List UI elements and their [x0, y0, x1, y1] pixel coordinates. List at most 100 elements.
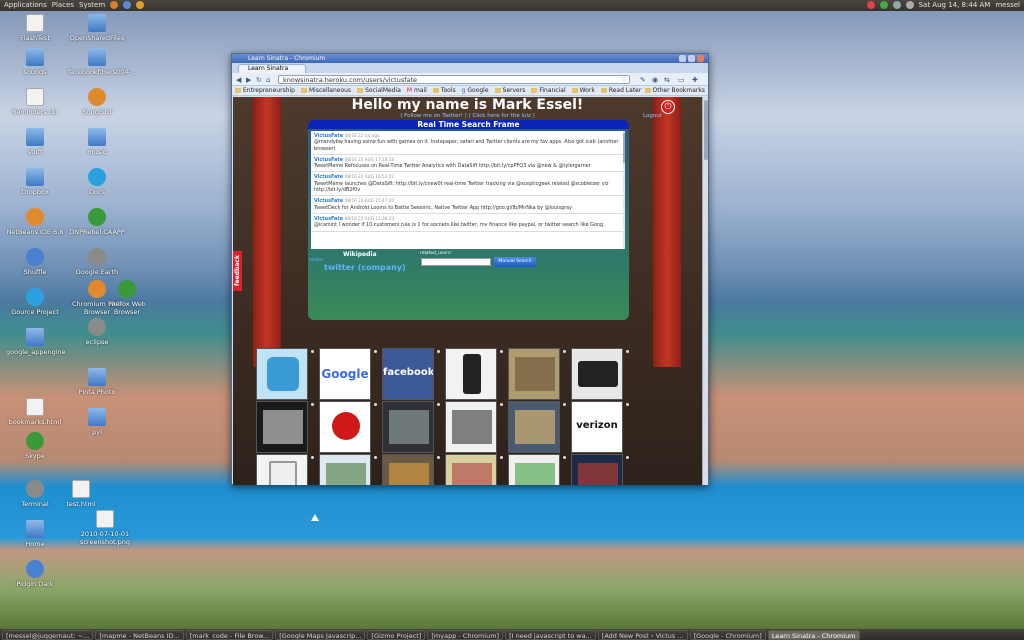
image-tile[interactable] — [319, 454, 371, 485]
feedback-tab[interactable]: feedback — [233, 251, 242, 291]
bookmark-read-later[interactable]: Read Later — [601, 86, 642, 95]
bookmark-servers[interactable]: Servers — [495, 86, 526, 95]
tweet-user[interactable]: VictusFate — [314, 216, 345, 222]
firefox-icon[interactable] — [136, 1, 145, 9]
extension-icon[interactable]: ✎ — [640, 76, 646, 84]
image-tile[interactable]: Google — [319, 348, 371, 400]
image-tile[interactable] — [319, 401, 371, 453]
applications-menu[interactable]: Applications — [4, 0, 47, 11]
tweet-feed[interactable]: VictusFate 08/16 22:44 ago @mandybw havin… — [311, 131, 625, 249]
bookmark-mail[interactable]: M mail — [407, 86, 427, 95]
logout-link[interactable]: Logout — [643, 113, 662, 119]
places-menu[interactable]: Places — [52, 0, 74, 11]
page-scrollbar[interactable] — [702, 97, 708, 485]
page-scroll-thumb[interactable] — [704, 100, 708, 160]
share-icon[interactable]: ⇆ — [664, 76, 670, 84]
minimize-icon[interactable] — [679, 55, 686, 62]
desktop-icon[interactable]: Reminders.txt — [6, 88, 64, 116]
taskbar-button[interactable]: Learn Sinatra - Chromium — [767, 630, 860, 640]
page-menu-icon[interactable]: ▭ — [678, 76, 685, 84]
desktop-icon[interactable]: Docs — [68, 168, 126, 196]
desktop-icon[interactable]: Dropbox — [6, 168, 64, 196]
image-tile[interactable]: verizon — [571, 401, 623, 453]
tab-learn-sinatra[interactable]: Learn Sinatra — [238, 64, 306, 73]
desktop-icon[interactable]: FlashTest — [6, 14, 64, 42]
image-tile[interactable] — [445, 401, 497, 453]
feed-scroll-thumb[interactable] — [623, 133, 625, 163]
feed-scrollbar[interactable] — [623, 131, 625, 249]
user-menu[interactable]: messel — [995, 0, 1020, 11]
taskbar-button[interactable]: [Add New Post ‹ Victus ... — [597, 630, 688, 640]
taskbar-button[interactable]: [I need javascript to wa... — [505, 630, 596, 640]
tweet-user[interactable]: VictusFate — [314, 157, 345, 163]
desktop-icon[interactable]: Pidgin Dark — [6, 560, 64, 588]
desktop-icon[interactable]: 2010-07-10-01 screenshot.png — [76, 510, 134, 546]
desktop-icon[interactable]: google_appengine — [6, 328, 66, 356]
system-menu[interactable]: System — [79, 0, 105, 11]
desktop-icon[interactable]: music — [68, 128, 126, 156]
bookmark-google[interactable]: g Google — [462, 86, 489, 95]
desktop-icon[interactable]: NetBeans IDE 6.8 — [6, 208, 64, 236]
bookmark-other[interactable]: Other Bookmarks — [645, 86, 705, 96]
address-bar[interactable]: knowsinatra.heroku.com/users/victusfate — [278, 75, 630, 84]
bookmark-entrepreneurship[interactable]: Entrepreneurship — [235, 86, 295, 95]
tweet-user[interactable]: VictusFate — [314, 174, 345, 180]
taskbar-button[interactable]: [mapme - NetBeans ID... — [95, 630, 184, 640]
volume-icon[interactable] — [905, 1, 914, 9]
twitter-company-link[interactable]: twitter (company) — [324, 263, 406, 272]
wrench-icon[interactable]: ✚ — [692, 76, 698, 84]
desktop-icon[interactable]: DNPRebel.CAAPP — [68, 208, 126, 236]
desktop-icon[interactable]: sounds — [6, 48, 64, 76]
bookmark-work[interactable]: Work — [572, 86, 595, 95]
clock[interactable]: Sat Aug 14, 8:44 AM — [919, 0, 991, 11]
image-tile[interactable] — [382, 401, 434, 453]
twitter-link[interactable]: twitter — [309, 258, 324, 263]
image-tile[interactable] — [256, 348, 308, 400]
tweet-user[interactable]: VictusFate — [314, 133, 345, 139]
manual-search-button[interactable]: Manual Search — [494, 257, 536, 267]
bookmark-miscellaneous[interactable]: Miscellaneous — [301, 86, 351, 95]
home-icon[interactable]: ⌂ — [266, 76, 270, 84]
desktop-icon[interactable]: test.html — [52, 480, 110, 508]
image-tile[interactable] — [508, 348, 560, 400]
reload-icon[interactable]: ↻ — [256, 76, 262, 84]
desktop-icon[interactable]: Google Earth — [68, 248, 126, 276]
desktop-icon[interactable]: pyl — [68, 408, 126, 436]
window-titlebar[interactable]: Learn Sinatra - Chromium — [232, 54, 708, 63]
image-tile[interactable] — [445, 348, 497, 400]
subtitle-links[interactable]: ( Follow me on Twitter! ) ( Click here f… — [233, 113, 702, 119]
taskbar-button[interactable]: [Google - Chromium] — [689, 630, 766, 640]
desktop-icon[interactable]: Shuffle — [6, 248, 64, 276]
maximize-icon[interactable] — [688, 55, 695, 62]
desktop-icon[interactable]: facebookfibers004-... — [68, 48, 137, 76]
image-tile[interactable] — [508, 454, 560, 485]
star-icon[interactable]: ☆ — [621, 75, 627, 83]
desktop-icon[interactable]: bookmarks.html — [6, 398, 64, 426]
taskbar-button[interactable]: [Gizmo Project] — [367, 630, 426, 640]
image-tile[interactable] — [256, 401, 308, 453]
chat-icon[interactable] — [879, 1, 888, 9]
close-icon[interactable] — [697, 55, 704, 62]
taskbar-button[interactable]: [myapp - Chromium] — [427, 630, 504, 640]
desktop-icon[interactable]: Firefox Web Browser — [98, 280, 156, 316]
back-icon[interactable]: ◀ — [236, 76, 241, 84]
image-tile[interactable] — [382, 454, 434, 485]
taskbar-button[interactable]: [mark_code - File Brow... — [185, 630, 274, 640]
image-tile[interactable]: facebook — [382, 348, 434, 400]
bookmark-tools[interactable]: Tools — [433, 86, 456, 95]
notification-icon[interactable] — [866, 1, 875, 9]
bookmark-socialmedia[interactable]: SocialMedia — [357, 86, 401, 95]
help-icon[interactable] — [123, 1, 132, 9]
network-icon[interactable] — [892, 1, 901, 9]
feed-icon[interactable]: ◉ — [652, 76, 658, 84]
desktop-icon[interactable]: OpenSharedFiles — [68, 14, 126, 42]
image-tile[interactable] — [571, 454, 623, 485]
image-tile[interactable] — [571, 348, 623, 400]
desktop-icon[interactable]: Songbird — [68, 88, 126, 116]
desktop-icon[interactable]: Skype — [6, 432, 64, 460]
taskbar-button[interactable]: [messel@juggernaut: ~... — [2, 630, 94, 640]
firefox-launcher-icon[interactable] — [110, 1, 119, 9]
tweet-user[interactable]: VictusFate — [314, 198, 345, 204]
image-tile[interactable] — [256, 454, 308, 485]
bookmark-financial[interactable]: Financial — [531, 86, 565, 95]
